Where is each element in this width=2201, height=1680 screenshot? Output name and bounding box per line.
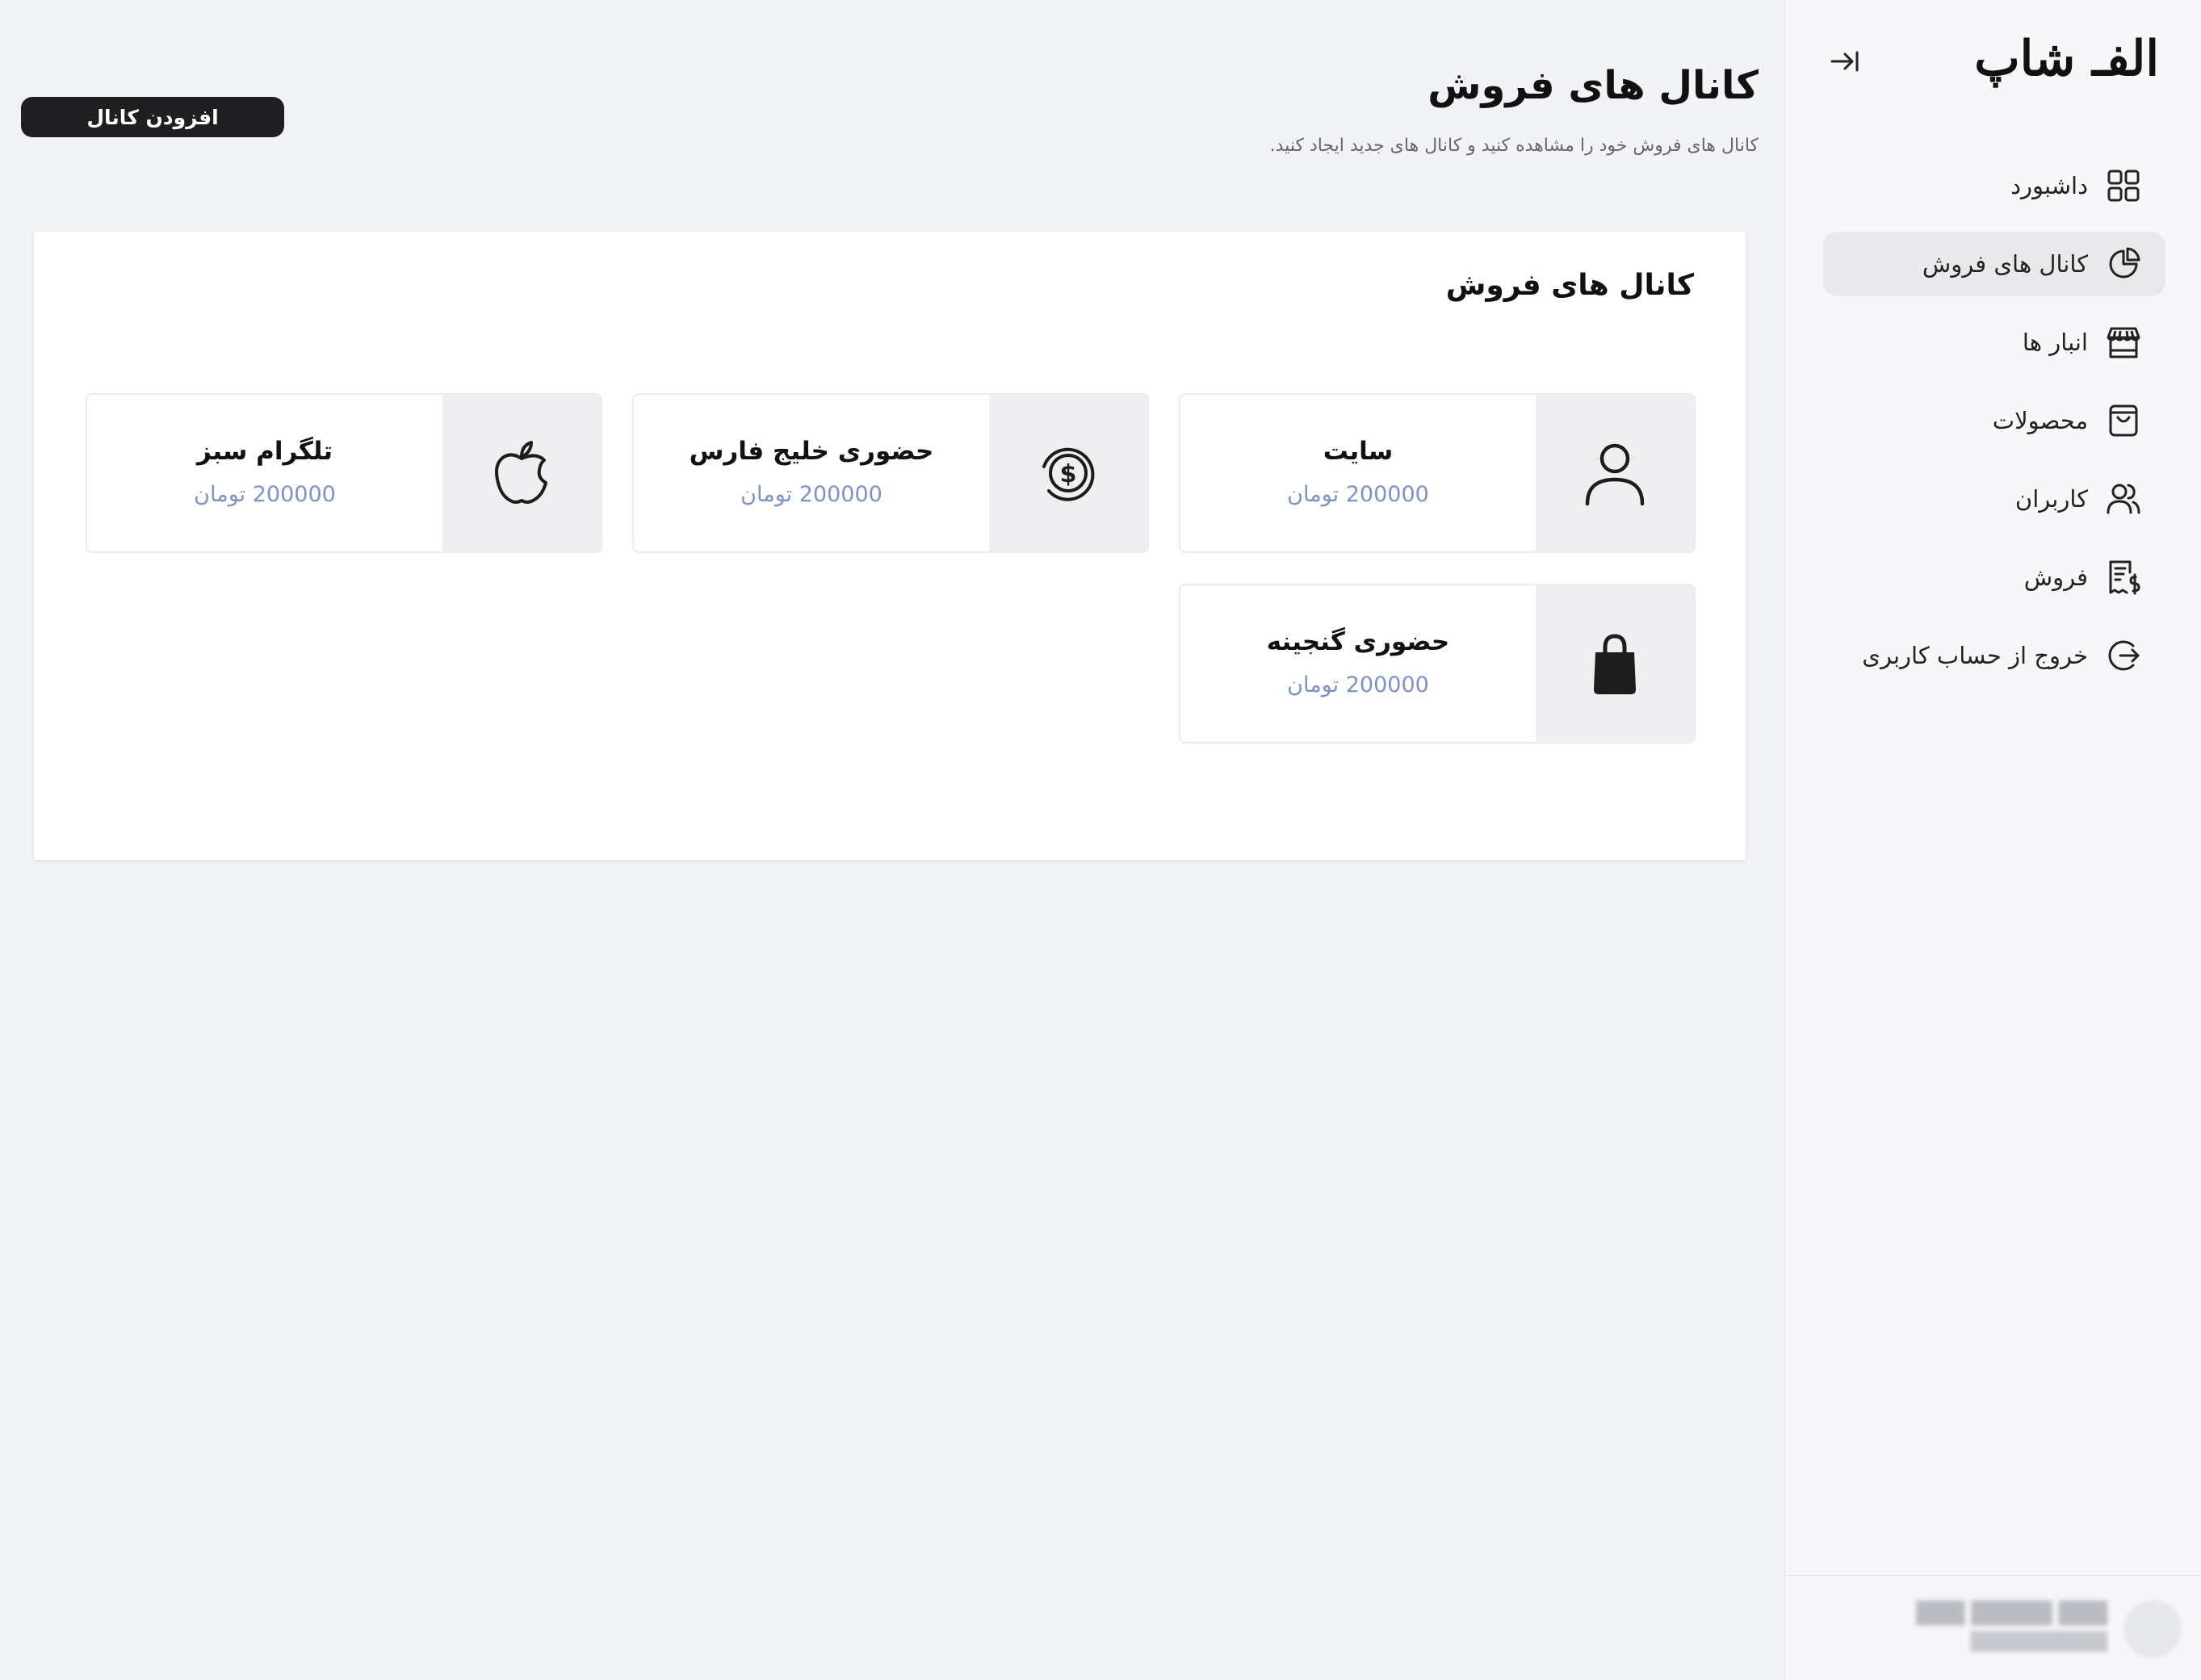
channel-card-site[interactable]: سایت 200000 تومان <box>1179 393 1696 553</box>
channel-card-telegram-sabz[interactable]: تلگرام سبز 200000 تومان <box>86 393 602 553</box>
sidebar-nav: داشبورد کانال های فروش انبار ها محصولات … <box>1823 153 2165 702</box>
add-channel-button[interactable]: افزودن کانال <box>21 97 284 137</box>
channel-name: سایت <box>1323 437 1394 466</box>
grid-icon <box>2107 170 2140 202</box>
page-subtitle: کانال های فروش خود را مشاهده کنید و کانا… <box>1269 136 1759 156</box>
channel-price: 200000 تومان <box>740 482 882 507</box>
user-profile[interactable]: ███ █████ ███ ██████████ <box>1784 1575 2201 1680</box>
profile-email: ██████████ <box>1970 1632 2107 1653</box>
sidebar-item-label: محصولات <box>1992 407 2088 434</box>
avatar <box>2123 1600 2182 1658</box>
sidebar-item-users[interactable]: کاربران <box>1823 467 2165 531</box>
channel-icon-box: $ <box>989 395 1147 551</box>
logo: الفـ شاپ <box>1974 31 2160 87</box>
dollar-coin-icon: $ <box>1042 447 1095 501</box>
svg-text:$: $ <box>1060 460 1077 488</box>
sidebar-item-label: کانال های فروش <box>1922 250 2088 278</box>
channel-card-persian-gulf[interactable]: $ حضوری خلیج فارس 200000 تومان <box>632 393 1149 553</box>
logout-icon <box>2108 640 2140 671</box>
sidebar-item-label: خروج از حساب کاربری <box>1862 642 2088 669</box>
panel-title: کانال های فروش <box>1445 269 1694 302</box>
sidebar-item-products[interactable]: محصولات <box>1823 388 2165 453</box>
channel-name: تلگرام سبز <box>196 437 333 466</box>
channels-panel: کانال های فروش سایت 200000 تومان $ حضوری… <box>34 232 1746 860</box>
page-title: کانال های فروش <box>1428 63 1759 108</box>
channel-price: 200000 تومان <box>1287 482 1429 507</box>
apple-icon <box>495 441 547 504</box>
users-icon <box>2107 484 2140 514</box>
channel-price: 200000 تومان <box>194 482 336 507</box>
channel-card-ganjineh[interactable]: حضوری گنجینه 200000 تومان <box>1179 584 1696 744</box>
sidebar-item-label: داشبورد <box>2010 172 2088 199</box>
receipt-icon <box>2109 560 2140 595</box>
channel-icon-box <box>1536 585 1694 742</box>
channel-price: 200000 تومان <box>1287 672 1429 698</box>
sidebar-item-logout[interactable]: خروج از حساب کاربری <box>1823 623 2165 688</box>
sidebar-item-sales[interactable]: فروش <box>1823 545 2165 610</box>
collapse-sidebar-button[interactable] <box>1827 44 1863 79</box>
app-root: الفـ شاپ داشبورد کانال های فروش انبار ها… <box>0 0 2201 1680</box>
sidebar: الفـ شاپ داشبورد کانال های فروش انبار ها… <box>1784 0 2201 1680</box>
sidebar-item-sales-channels[interactable]: کانال های فروش <box>1823 232 2165 296</box>
bag-icon <box>1594 634 1636 694</box>
channel-icon-box <box>1536 395 1694 551</box>
user-icon <box>1585 443 1645 506</box>
arrow-right-bar-icon <box>1830 51 1859 72</box>
channel-icon-box <box>442 395 601 551</box>
store-icon <box>2107 327 2140 358</box>
pie-chart-icon <box>2109 247 2140 279</box>
shopping-bag-icon <box>2109 404 2138 437</box>
sidebar-item-label: فروش <box>2023 563 2088 591</box>
sidebar-item-warehouses[interactable]: انبار ها <box>1823 310 2165 375</box>
sidebar-item-label: کاربران <box>2014 485 2088 513</box>
channel-name: حضوری خلیج فارس <box>689 437 934 466</box>
profile-name: ███ █████ ███ <box>1916 1602 2107 1626</box>
sidebar-item-dashboard[interactable]: داشبورد <box>1823 153 2165 218</box>
channel-name: حضوری گنجینه <box>1266 627 1450 656</box>
sidebar-item-label: انبار ها <box>2022 329 2088 356</box>
